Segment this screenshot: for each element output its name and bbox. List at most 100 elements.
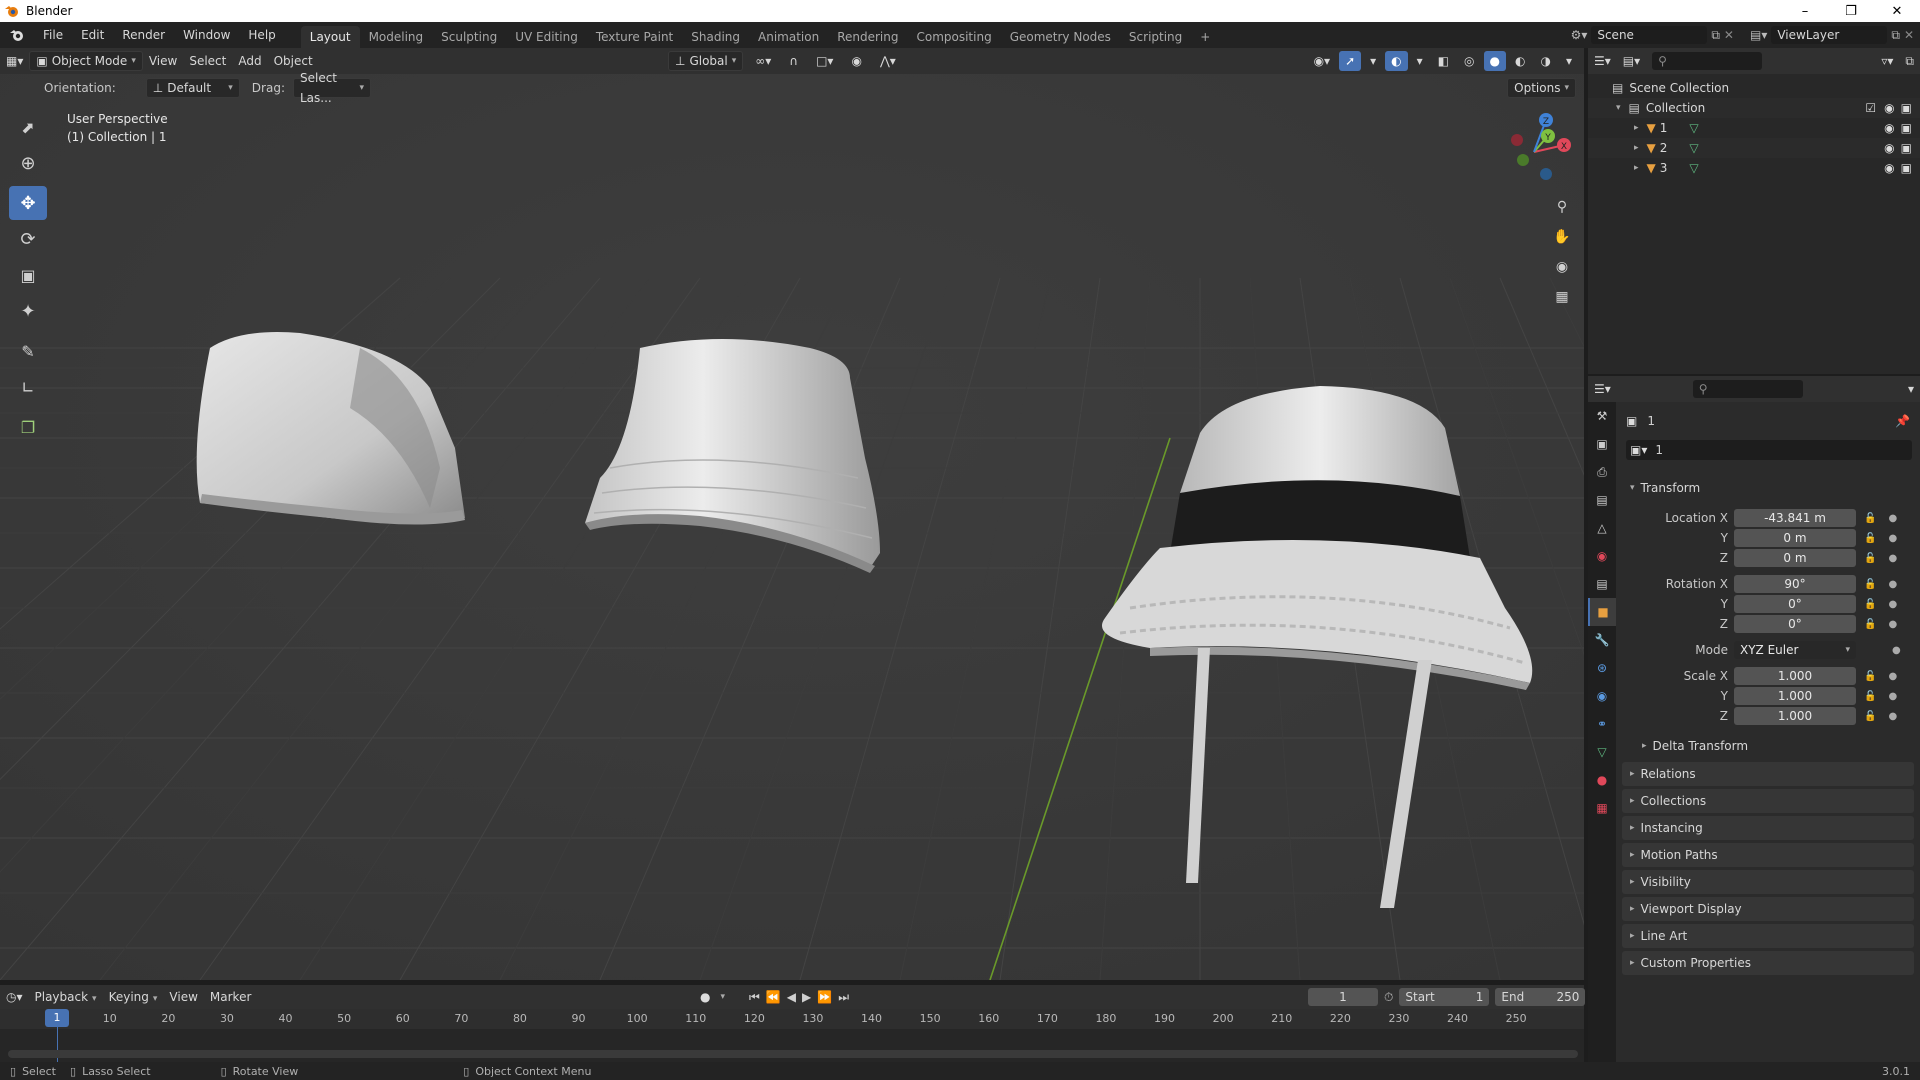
- keyframe-dot-icon[interactable]: ●: [1888, 671, 1897, 682]
- gizmo-menu-icon[interactable]: ▾: [1364, 51, 1382, 71]
- snap-icon[interactable]: ∩: [783, 51, 804, 71]
- rotation-z-field[interactable]: 0°: [1734, 615, 1856, 633]
- maximize-button[interactable]: ❐: [1828, 0, 1874, 22]
- move-tool[interactable]: ✥: [9, 186, 47, 220]
- outliner-search[interactable]: ⚲: [1652, 52, 1763, 70]
- pin-icon[interactable]: 📌: [1895, 414, 1910, 428]
- eye-icon[interactable]: ◉: [1884, 141, 1894, 155]
- scene-selector-icon[interactable]: ⚙▾: [1571, 28, 1588, 42]
- play-reverse-icon[interactable]: ◀: [787, 990, 796, 1004]
- outliner-row-collection[interactable]: ▾ ▤ Collection ☑ ◉ ▣: [1588, 98, 1920, 118]
- menu-marker[interactable]: Marker: [204, 987, 257, 1007]
- outliner-editor-type[interactable]: ☰▾: [1588, 51, 1617, 71]
- overlays-toggle-icon[interactable]: ◐: [1385, 51, 1408, 71]
- lock-icon[interactable]: 🔓: [1864, 579, 1876, 590]
- scene-name-field[interactable]: Scene: [1591, 26, 1708, 44]
- menu-playback[interactable]: Playback ▾: [29, 987, 103, 1007]
- eye-icon[interactable]: ◉: [1884, 121, 1894, 135]
- timeline-scrollbar[interactable]: [8, 1050, 1578, 1058]
- tab-animation[interactable]: Animation: [749, 26, 828, 48]
- new-scene-icon[interactable]: ⧉: [1711, 28, 1720, 43]
- outliner-row-object-1[interactable]: ▸ ▼ 1 ▽ ◉ ▣: [1588, 118, 1920, 138]
- tab-geometry-nodes[interactable]: Geometry Nodes: [1001, 26, 1120, 48]
- tab-data[interactable]: ▽: [1588, 738, 1616, 766]
- xray-toggle-icon[interactable]: ◧: [1432, 51, 1455, 71]
- tab-sculpting[interactable]: Sculpting: [432, 26, 506, 48]
- menu-view[interactable]: View: [143, 51, 183, 71]
- rendered-shading-icon[interactable]: ◑: [1534, 51, 1556, 71]
- visibility-icon[interactable]: ◉▾: [1308, 51, 1337, 71]
- options-dropdown[interactable]: Options ▾: [1507, 78, 1576, 98]
- menu-timeline-view[interactable]: View: [163, 987, 203, 1007]
- tab-tool[interactable]: ⚒: [1588, 402, 1616, 430]
- eye-icon[interactable]: ◉: [1884, 161, 1894, 175]
- tab-scene[interactable]: △: [1588, 514, 1616, 542]
- tab-texture-paint[interactable]: Texture Paint: [587, 26, 682, 48]
- motion-paths-panel-header[interactable]: ▸ Motion Paths: [1622, 843, 1914, 867]
- new-view-layer-icon[interactable]: ⧉: [1891, 28, 1900, 43]
- navigation-gizmo[interactable]: X Y Z: [1490, 110, 1574, 194]
- scale-z-field[interactable]: 1.000: [1734, 707, 1856, 725]
- measure-tool[interactable]: ∟: [9, 370, 47, 404]
- menu-file[interactable]: File: [34, 22, 72, 48]
- zoom-button[interactable]: ⚲: [1549, 194, 1575, 220]
- location-z-field[interactable]: 0 m: [1734, 549, 1856, 567]
- add-cube-tool[interactable]: ❐: [9, 410, 47, 444]
- gizmo-neg-z[interactable]: [1540, 168, 1552, 180]
- viewport-display-panel-header[interactable]: ▸ Viewport Display: [1622, 897, 1914, 921]
- menu-window[interactable]: Window: [174, 22, 239, 48]
- frame-ruler[interactable]: 10 20 30 40 50 60 70 80 90 100 110 120 130 140 150 160 1…: [0, 1009, 1584, 1029]
- end-frame-field[interactable]: End 250: [1495, 988, 1586, 1006]
- camera-render-icon[interactable]: ▣: [1901, 141, 1912, 155]
- camera-render-icon[interactable]: ▣: [1901, 101, 1912, 115]
- playhead-marker[interactable]: 1: [45, 1009, 69, 1027]
- tab-scripting[interactable]: Scripting: [1120, 26, 1191, 48]
- exclude-checkbox-icon[interactable]: ☑: [1865, 101, 1876, 115]
- tab-modifiers[interactable]: 🔧: [1588, 626, 1616, 654]
- lock-icon[interactable]: 🔓: [1864, 671, 1876, 682]
- drag-dropdown[interactable]: Select Las... ▾: [292, 71, 371, 105]
- delete-view-layer-icon[interactable]: ✕: [1904, 28, 1914, 42]
- camera-view-button[interactable]: ◉: [1549, 254, 1575, 280]
- transform-tool[interactable]: ✦: [9, 294, 47, 328]
- transform-panel-header[interactable]: ▾ Transform: [1622, 476, 1914, 500]
- lock-icon[interactable]: 🔓: [1864, 711, 1876, 722]
- cursor-tool[interactable]: ⊕: [9, 146, 47, 180]
- collections-panel-header[interactable]: ▸ Collections: [1622, 789, 1914, 813]
- menu-keying[interactable]: Keying ▾: [103, 987, 164, 1007]
- lock-icon[interactable]: 🔓: [1864, 691, 1876, 702]
- keyframe-dot-icon[interactable]: ●: [1888, 553, 1897, 564]
- overlays-menu-icon[interactable]: ▾: [1411, 51, 1429, 71]
- add-workspace-button[interactable]: +: [1191, 26, 1219, 48]
- expand-arrow-icon[interactable]: ▾: [1616, 103, 1621, 113]
- menu-select[interactable]: Select: [183, 51, 232, 71]
- rotation-x-field[interactable]: 90°: [1734, 575, 1856, 593]
- editor-type-button[interactable]: ▦▾: [0, 51, 29, 71]
- menu-help[interactable]: Help: [239, 22, 284, 48]
- tab-rendering[interactable]: Rendering: [828, 26, 907, 48]
- prev-keyframe-icon[interactable]: ⏪: [766, 990, 781, 1004]
- keyframe-dot-icon[interactable]: ●: [1892, 645, 1901, 656]
- gizmo-toggle-icon[interactable]: ➚: [1339, 51, 1362, 71]
- camera-render-icon[interactable]: ▣: [1901, 161, 1912, 175]
- properties-editor-type[interactable]: ☰▾: [1588, 379, 1617, 399]
- eye-icon[interactable]: ◉: [1884, 101, 1894, 115]
- outliner-row-object-2[interactable]: ▸ ▼ 2 ▽ ◉ ▣: [1588, 138, 1920, 158]
- camera-render-icon[interactable]: ▣: [1901, 121, 1912, 135]
- keyframe-dot-icon[interactable]: ●: [1888, 619, 1897, 630]
- visibility-panel-header[interactable]: ▸ Visibility: [1622, 870, 1914, 894]
- rotate-tool[interactable]: ⟳: [9, 222, 47, 256]
- material-shading-icon[interactable]: ◐: [1509, 51, 1531, 71]
- location-x-field[interactable]: -43.841 m: [1734, 509, 1856, 527]
- timeline-area[interactable]: 10 20 30 40 50 60 70 80 90 100 110 120 130 140 150 160 1…: [0, 1009, 1584, 1069]
- current-frame-field[interactable]: 1: [1308, 988, 1378, 1006]
- stopwatch-icon[interactable]: ⏱: [1384, 990, 1393, 1005]
- shading-options-icon[interactable]: ▾: [1560, 51, 1578, 71]
- scale-y-field[interactable]: 1.000: [1734, 687, 1856, 705]
- lock-icon[interactable]: 🔓: [1864, 599, 1876, 610]
- properties-search[interactable]: ⚲: [1692, 380, 1803, 398]
- jump-start-icon[interactable]: ⏮: [749, 990, 760, 1005]
- scale-x-field[interactable]: 1.000: [1734, 667, 1856, 685]
- solid-shading-icon[interactable]: ●: [1483, 51, 1506, 71]
- tab-physics[interactable]: ◉: [1588, 682, 1616, 710]
